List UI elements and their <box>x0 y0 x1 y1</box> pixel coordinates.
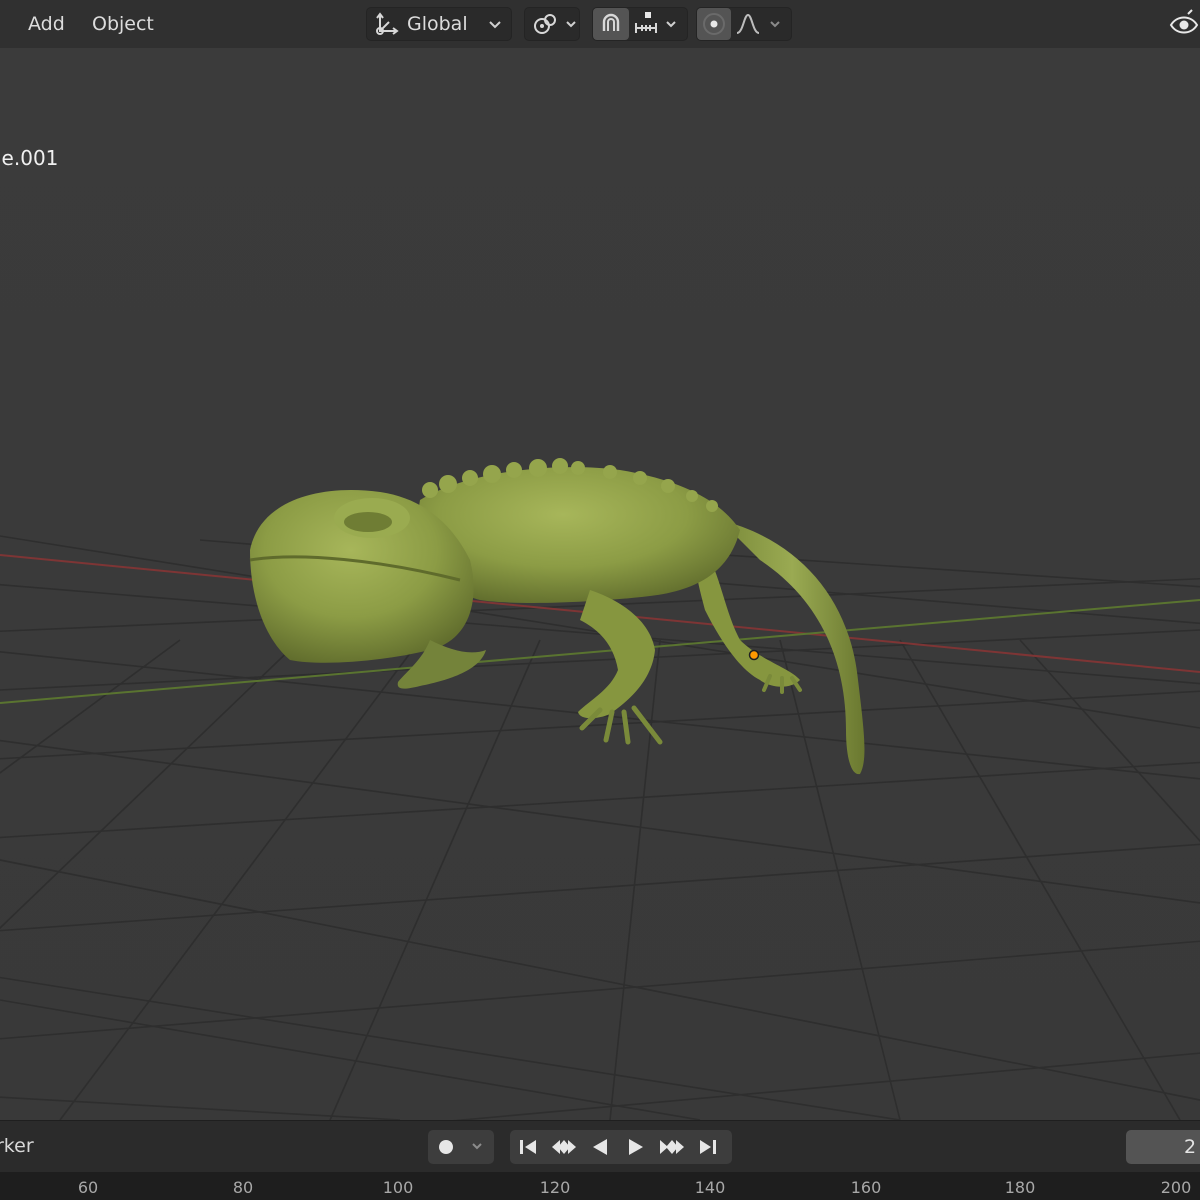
viewport-header: Add Object Global <box>0 0 1200 49</box>
ruler-tick: 200 <box>1160 1178 1192 1197</box>
pivot-point-icon <box>531 8 561 40</box>
ruler-tick: 80 <box>232 1178 254 1197</box>
marker-menu[interactable]: rker <box>0 1135 34 1157</box>
chevron-down-icon[interactable] <box>665 15 677 34</box>
pivot-point-dropdown[interactable] <box>524 7 580 41</box>
ruler-tick: 140 <box>694 1178 726 1197</box>
chevron-down-icon <box>488 15 502 34</box>
ruler-tick: 160 <box>850 1178 882 1197</box>
3d-viewport[interactable]: le.001 <box>0 48 1200 1120</box>
auto-keying-group <box>428 1130 494 1164</box>
transform-orientation-dropdown[interactable]: Global <box>366 7 512 41</box>
transform-orientation-label: Global <box>407 13 468 35</box>
snap-magnet-icon[interactable] <box>593 8 629 40</box>
snapping-group <box>592 7 688 41</box>
transform-orientation-icon <box>367 8 401 40</box>
play-icon[interactable] <box>618 1130 654 1164</box>
visibility-eye-icon[interactable] <box>1168 8 1200 40</box>
jump-to-keyframe-icon[interactable] <box>546 1130 582 1164</box>
play-reverse-icon[interactable] <box>582 1130 618 1164</box>
chevron-down-icon[interactable] <box>769 15 781 34</box>
chevron-down-icon[interactable] <box>464 1130 490 1164</box>
ruler-tick: 100 <box>382 1178 414 1197</box>
falloff-curve-icon[interactable] <box>731 8 765 40</box>
ruler-tick: 120 <box>539 1178 571 1197</box>
object-origin <box>748 649 760 661</box>
object-menu[interactable]: Object <box>92 10 154 38</box>
ruler-tick: 60 <box>77 1178 99 1197</box>
blender-window: Add Object Global le.001 ker 2 60 80 100… <box>0 0 1200 1200</box>
proportional-editing-icon[interactable] <box>697 8 731 40</box>
jump-to-end-icon[interactable] <box>690 1130 726 1164</box>
timeline-ruler[interactable]: 60 80 100 120 140 160 180 200 <box>0 1172 1200 1200</box>
timeline-header: rker <box>0 1120 1200 1173</box>
chevron-down-icon <box>565 15 577 34</box>
active-object-name: le.001 <box>0 146 59 170</box>
playback-controls <box>510 1130 732 1164</box>
jump-to-start-icon[interactable] <box>510 1130 546 1164</box>
snap-increment-icon[interactable] <box>629 8 663 40</box>
jump-to-next-keyframe-icon[interactable] <box>654 1130 690 1164</box>
add-menu[interactable]: Add <box>28 10 65 38</box>
ruler-tick: 180 <box>1004 1178 1036 1197</box>
record-icon[interactable] <box>428 1130 464 1164</box>
current-frame-field[interactable]: 2 <box>1126 1130 1200 1164</box>
proportional-editing-group <box>696 7 792 41</box>
viewport-scene <box>0 48 1200 1120</box>
